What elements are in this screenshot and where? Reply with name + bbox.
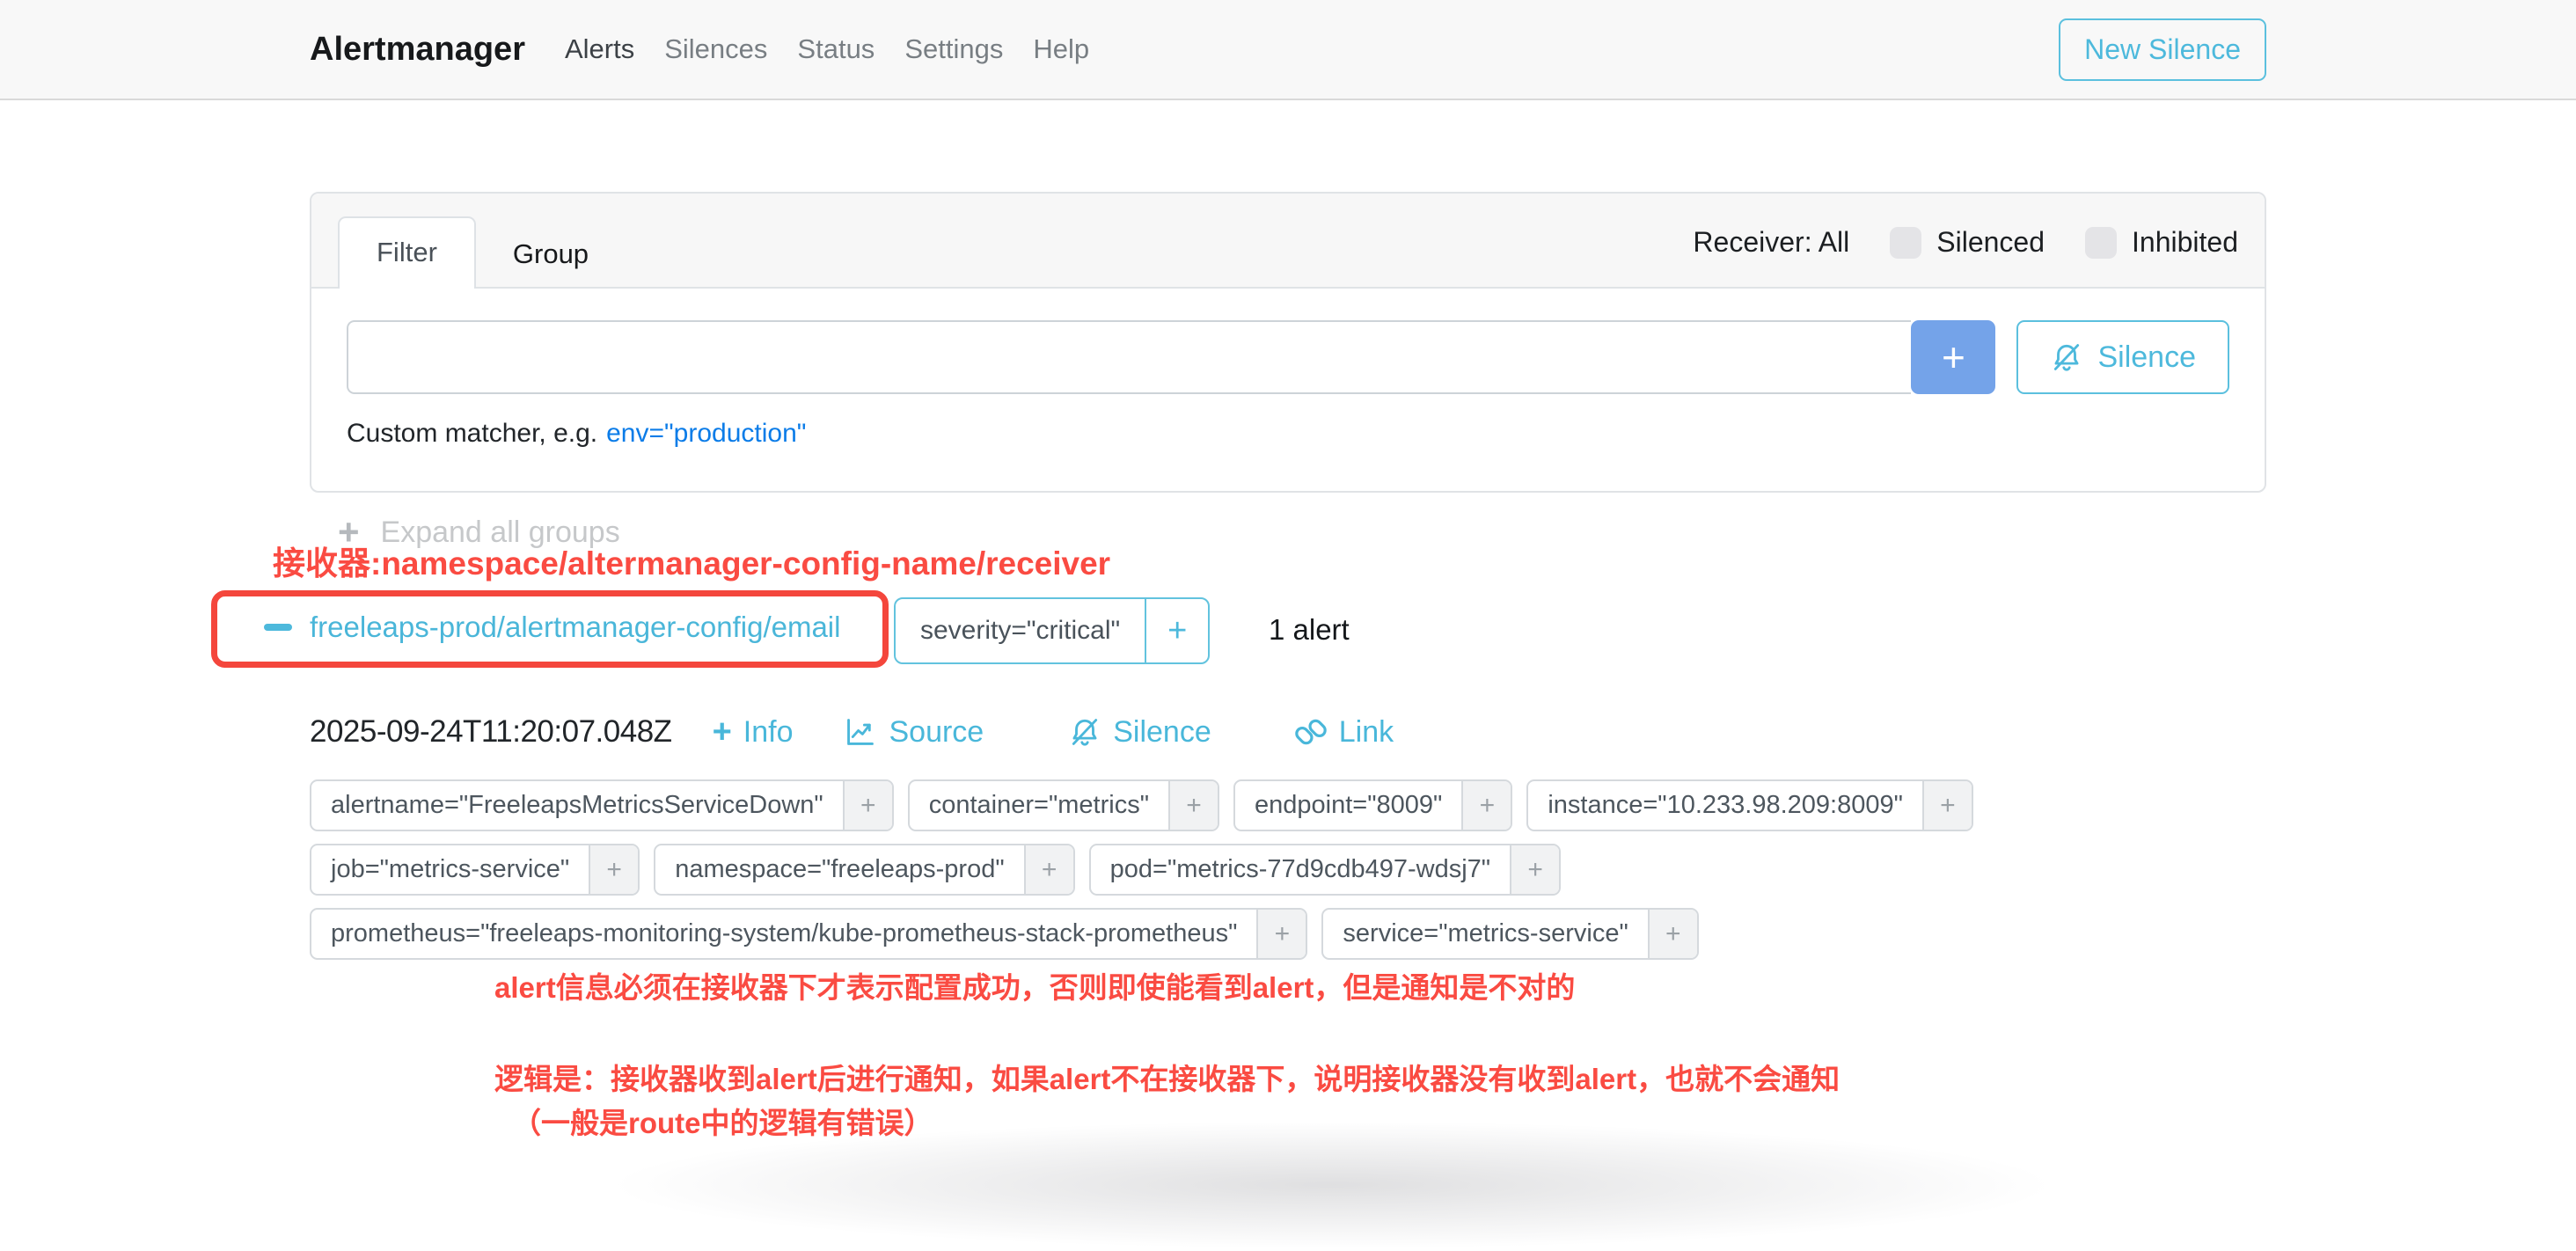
matcher-input-group: + Silence <box>347 320 2229 394</box>
inhibited-toggle[interactable]: Inhibited <box>2085 226 2238 259</box>
label-row-2: job="metrics-service" + namespace="freel… <box>310 844 1973 896</box>
label-tag: namespace="freeleaps-prod" + <box>654 844 1074 896</box>
alert-count: 1 alert <box>1269 613 1350 647</box>
app-brand[interactable]: Alertmanager <box>310 31 525 69</box>
nav-item-status[interactable]: Status <box>782 33 889 65</box>
label-tag: alertname="FreeleapsMetricsServiceDown" … <box>310 779 894 831</box>
label-tag: service="metrics-service" + <box>1321 908 1698 960</box>
label-tag-text[interactable]: pod="metrics-77d9cdb497-wdsj7" <box>1091 845 1510 894</box>
collapse-group-icon <box>264 624 292 631</box>
label-tag: job="metrics-service" + <box>310 844 640 896</box>
alert-info-button[interactable]: + Info <box>713 715 794 750</box>
label-tag-add-button[interactable]: + <box>589 845 638 894</box>
alert-source-link[interactable]: Source <box>844 715 984 750</box>
chart-line-icon <box>844 715 877 749</box>
link-label: Link <box>1339 715 1394 750</box>
label-row-3: prometheus="freeleaps-monitoring-system/… <box>310 908 1973 960</box>
add-matcher-button[interactable]: + <box>1911 320 1995 394</box>
label-tag: container="metrics" + <box>908 779 1219 831</box>
nav-item-help[interactable]: Help <box>1018 33 1104 65</box>
info-label: Info <box>743 715 794 750</box>
inhibited-checkbox[interactable] <box>2085 227 2117 259</box>
group-receiver-link[interactable]: freeleaps-prod/alertmanager-config/email <box>264 611 840 644</box>
silenced-label: Silenced <box>1936 226 2045 259</box>
tab-group[interactable]: Group <box>476 220 626 289</box>
label-tag-add-button[interactable]: + <box>1510 845 1559 894</box>
silence-filter-button[interactable]: Silence <box>2016 320 2229 394</box>
source-label: Source <box>889 715 984 750</box>
label-tag-add-button[interactable]: + <box>1648 910 1697 958</box>
silence-label: Silence <box>1113 715 1211 750</box>
annotation-receiver-format: 接收器:namespace/altermanager-config-name/r… <box>273 537 1110 584</box>
label-tag-text[interactable]: endpoint="8009" <box>1235 781 1461 830</box>
alert-permalink[interactable]: Link <box>1294 715 1394 750</box>
annotation-logic-note: 逻辑是：接收器收到alert后进行通知，如果alert不在接收器下，说明接收器没… <box>494 1056 1840 1098</box>
inhibited-label: Inhibited <box>2132 226 2238 259</box>
label-tag-add-button[interactable]: + <box>1168 781 1218 830</box>
bell-slash-icon <box>2050 340 2083 374</box>
label-tag-text[interactable]: namespace="freeleaps-prod" <box>655 845 1023 894</box>
label-tag-text[interactable]: container="metrics" <box>910 781 1168 830</box>
navbar: Alertmanager Alerts Silences Status Sett… <box>0 0 2576 100</box>
label-tag-add-button[interactable]: + <box>1461 781 1511 830</box>
matcher-helper-text: Custom matcher, e.g. env="production" <box>347 419 2229 449</box>
label-tag-add-button[interactable]: + <box>1922 781 1972 830</box>
label-tag-text[interactable]: instance="10.233.98.209:8009" <box>1528 781 1922 830</box>
annotation-alert-note: alert信息必须在接收器下才表示配置成功，否则即使能看到alert，但是通知是… <box>494 964 1575 1006</box>
group-receiver-name: freeleaps-prod/alertmanager-config/email <box>310 611 840 644</box>
label-tag: prometheus="freeleaps-monitoring-system/… <box>310 908 1307 960</box>
label-tag-add-button[interactable]: + <box>843 781 892 830</box>
label-tag: pod="metrics-77d9cdb497-wdsj7" + <box>1089 844 1561 896</box>
label-tag-text[interactable]: job="metrics-service" <box>311 845 589 894</box>
matcher-input[interactable] <box>347 320 1911 394</box>
plus-icon: + <box>1942 333 1965 381</box>
filter-header-controls: Receiver: All Silenced Inhibited <box>1693 226 2238 287</box>
alert-actions-row: 2025-09-24T11:20:07.048Z + Info Source S… <box>310 714 1394 750</box>
silence-filter-label: Silence <box>2097 340 2196 375</box>
silenced-checkbox[interactable] <box>1890 227 1921 259</box>
new-silence-button[interactable]: New Silence <box>2059 18 2266 81</box>
label-tag-text[interactable]: prometheus="freeleaps-monitoring-system/… <box>311 910 1256 958</box>
navbar-container: Alertmanager Alerts Silences Status Sett… <box>310 0 2266 99</box>
group-matcher-label[interactable]: severity="critical" <box>896 599 1145 662</box>
group-matcher-tag[interactable]: severity="critical" + <box>894 597 1210 664</box>
silenced-toggle[interactable]: Silenced <box>1890 226 2045 259</box>
receiver-filter-dropdown[interactable]: Receiver: All <box>1693 226 1849 259</box>
filter-card-body: + Silence Custom matcher, e.g. env="produ… <box>311 289 2265 491</box>
nav-item-settings[interactable]: Settings <box>889 33 1018 65</box>
label-tag-text[interactable]: service="metrics-service" <box>1323 910 1647 958</box>
helper-text: Custom matcher, e.g. <box>347 419 597 448</box>
label-tag-add-button[interactable]: + <box>1024 845 1073 894</box>
filter-card-header: Filter Group Receiver: All Silenced Inhi… <box>311 194 2265 289</box>
label-tag: instance="10.233.98.209:8009" + <box>1526 779 1973 831</box>
label-tag-text[interactable]: alertname="FreeleapsMetricsServiceDown" <box>311 781 843 830</box>
label-row-1: alertname="FreeleapsMetricsServiceDown" … <box>310 779 1973 831</box>
nav-item-silences[interactable]: Silences <box>649 33 782 65</box>
tab-filter[interactable]: Filter <box>338 216 476 289</box>
alert-silence-button[interactable]: Silence <box>1068 715 1211 750</box>
label-tag-add-button[interactable]: + <box>1256 910 1306 958</box>
info-plus-icon: + <box>713 715 732 749</box>
nav-item-alerts[interactable]: Alerts <box>550 33 649 65</box>
label-tag: endpoint="8009" + <box>1233 779 1512 831</box>
filter-card: Filter Group Receiver: All Silenced Inhi… <box>310 192 2266 493</box>
link-icon <box>1294 715 1328 749</box>
matcher-example-link[interactable]: env="production" <box>606 419 806 448</box>
group-matcher-add-button[interactable]: + <box>1145 599 1208 662</box>
bell-slash-icon <box>1068 715 1101 749</box>
annotation-route-note: （一般是route中的逻辑有错误） <box>512 1100 933 1142</box>
alert-timestamp: 2025-09-24T11:20:07.048Z <box>310 714 672 750</box>
alert-labels: alertname="FreeleapsMetricsServiceDown" … <box>310 779 1973 960</box>
